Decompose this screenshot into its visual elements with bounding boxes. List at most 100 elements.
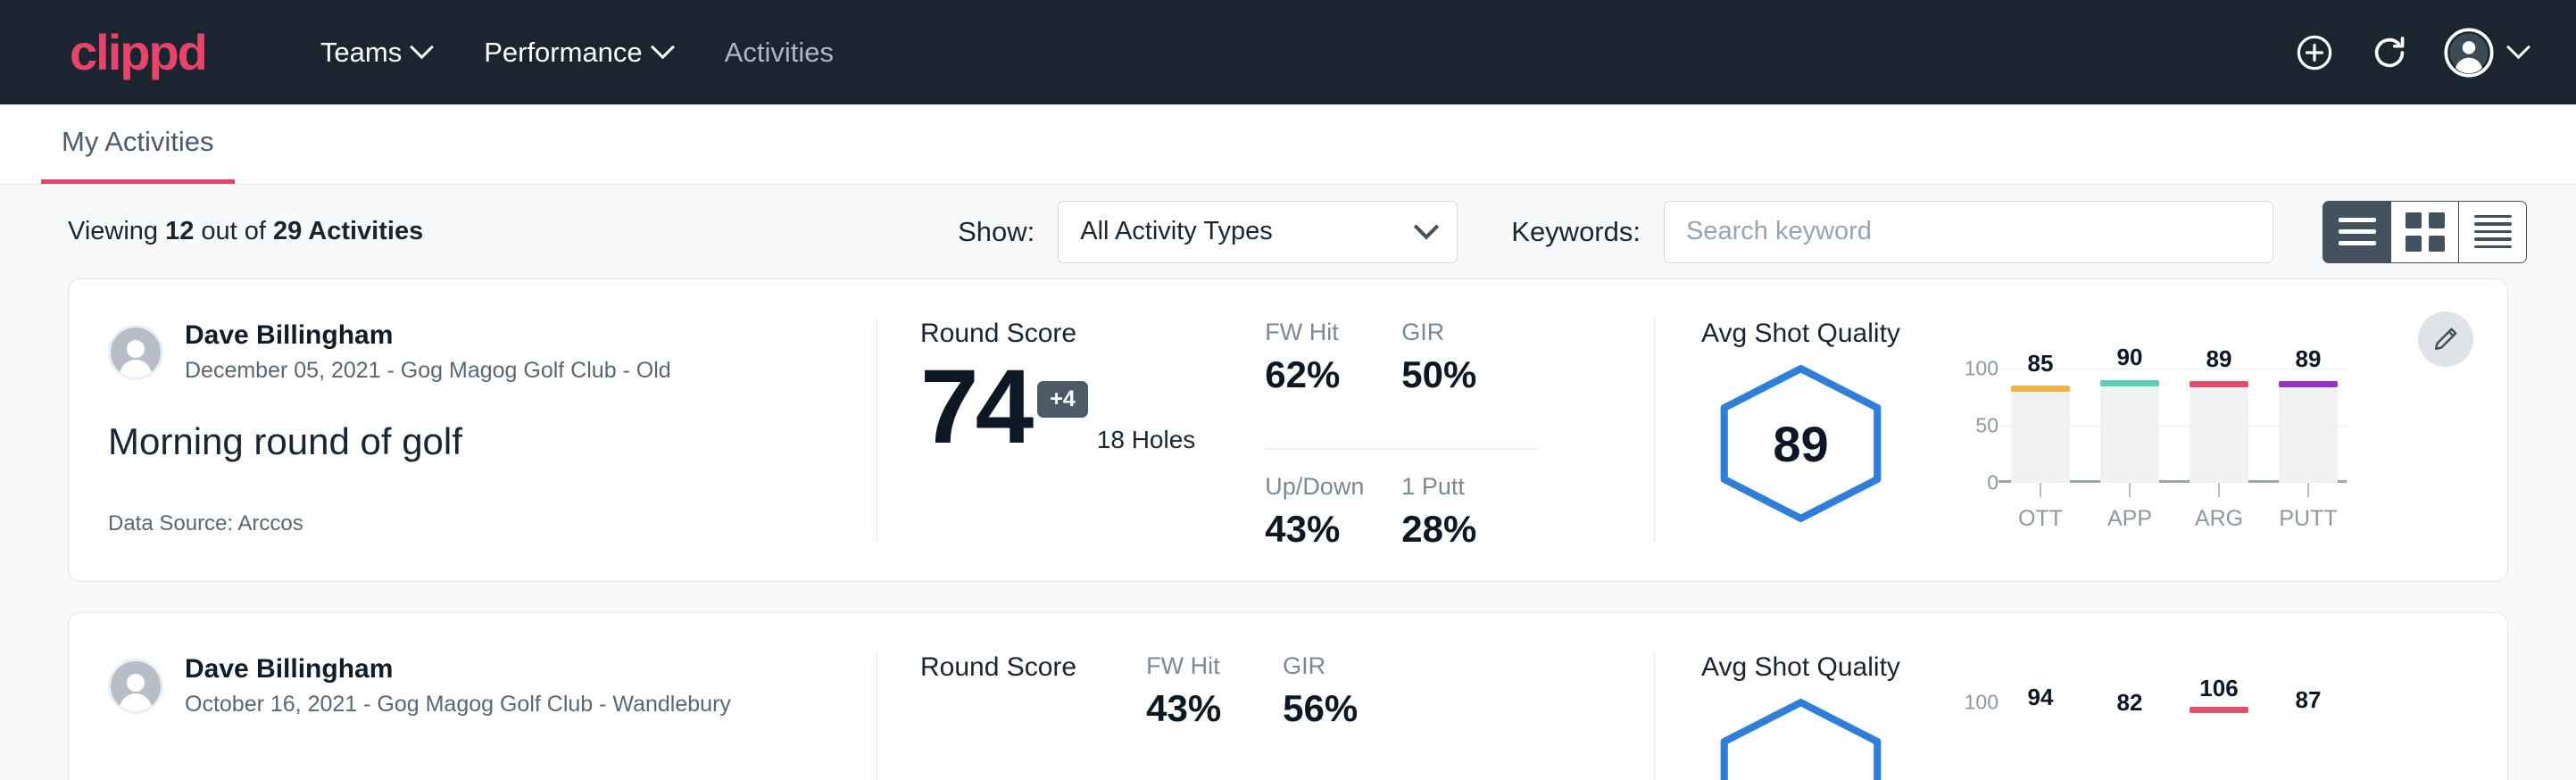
round-stats-grid: FW Hit 62% GIR 50% Up/Down 43% 1 Putt 28… — [1265, 319, 1538, 581]
stat-label: FW Hit — [1265, 319, 1376, 346]
compact-view-icon — [2474, 215, 2512, 249]
bar-value-label: 82 — [2117, 689, 2143, 717]
x-tick-ott: OTT — [2011, 483, 2070, 532]
round-score-column: Round Score FW Hit 43% GIR 56% — [877, 613, 1654, 780]
list-view-button[interactable] — [2323, 201, 2391, 263]
shot-quality-hexagon — [1714, 697, 1888, 780]
x-tick-putt: PUTT — [2279, 483, 2338, 532]
search-input[interactable] — [1686, 217, 2251, 246]
edit-activity-button[interactable] — [2418, 311, 2473, 367]
bar-value-label: 89 — [2296, 345, 2322, 373]
bar-value-label: 89 — [2206, 345, 2232, 373]
add-activity-button[interactable] — [2294, 32, 2335, 73]
round-score-value: 74 — [920, 354, 1030, 460]
bar-value-label: 87 — [2296, 686, 2322, 714]
stat-value: 43% — [1146, 687, 1258, 730]
x-tick-label: APP — [2107, 506, 2152, 532]
view-mode-toggle — [2323, 201, 2527, 263]
show-label: Show: — [958, 216, 1035, 248]
y-tick-100: 100 — [1965, 691, 1998, 715]
chart-bar-arg: 89 — [2190, 381, 2248, 483]
pencil-icon — [2431, 325, 2460, 353]
avatar — [108, 659, 163, 714]
navbar-actions — [2294, 28, 2527, 78]
stat-value: 28% — [1401, 508, 1513, 551]
stat-one-putt: 1 Putt 28% — [1401, 450, 1538, 581]
refresh-button[interactable] — [2369, 32, 2410, 73]
list-view-icon — [2339, 218, 2376, 245]
chart-plot-area: 85 90 89 — [1998, 369, 2338, 483]
search-box[interactable] — [1664, 201, 2273, 263]
round-score-label: Round Score — [920, 319, 1195, 349]
top-navbar: clippd Teams Performance Activities — [0, 0, 2576, 104]
activity-type-select[interactable]: All Activity Types — [1058, 201, 1458, 263]
activity-title: Morning round of golf — [108, 420, 832, 463]
data-source-label: Data Source: Arccos — [108, 511, 303, 536]
x-tick-app: APP — [2100, 483, 2159, 532]
person-name: Dave Billingham — [185, 652, 731, 686]
shot-quality-column: Avg Shot Quality 89 100 50 0 — [1655, 279, 2507, 581]
activity-info-column: Dave Billingham December 05, 2021 - Gog … — [69, 279, 877, 581]
user-menu[interactable] — [2444, 28, 2527, 78]
round-score-column: Round Score 74 +4 18 Holes FW Hit 62% GI… — [877, 279, 1654, 581]
activity-card[interactable]: Dave Billingham December 05, 2021 - Gog … — [68, 278, 2508, 582]
person-name: Dave Billingham — [185, 319, 671, 353]
round-stats-grid: FW Hit 43% GIR 56% — [1146, 652, 1419, 780]
hexagon-icon — [1714, 697, 1888, 780]
chart-y-axis: 100 50 0 — [1943, 369, 1998, 483]
chevron-down-icon — [1414, 214, 1439, 239]
bar-value-label: 106 — [2199, 675, 2238, 702]
chart-bar-ott: 85 — [2011, 386, 2070, 483]
tab-my-activities[interactable]: My Activities — [41, 104, 235, 184]
x-tick-arg: ARG — [2190, 483, 2248, 532]
stat-value: 56% — [1283, 687, 1394, 730]
stat-label: GIR — [1283, 652, 1394, 680]
shot-quality-chart: 100 50 0 85 — [1943, 369, 2338, 532]
chart-bar-putt: 89 — [2279, 381, 2338, 483]
nav-item-teams-label: Teams — [320, 37, 402, 69]
stat-label: GIR — [1401, 319, 1513, 346]
viewing-count: 12 — [165, 217, 194, 245]
score-delta-badge: +4 — [1037, 381, 1088, 418]
activity-person: Dave Billingham October 16, 2021 - Gog M… — [108, 652, 832, 720]
chart-bar-app: 90 — [2100, 380, 2159, 483]
chevron-down-icon — [2506, 35, 2530, 59]
chevron-down-icon — [410, 35, 434, 59]
x-tick-label: OTT — [2018, 506, 2063, 532]
viewing-prefix: Viewing — [68, 217, 165, 245]
chart-plot-area: 94 82 106 87 — [1998, 702, 2338, 780]
y-tick-0: 0 — [1987, 471, 1998, 495]
viewing-total: 29 Activities — [273, 217, 423, 245]
stat-label: 1 Putt — [1401, 473, 1513, 501]
tab-bar: My Activities — [0, 104, 2576, 185]
nav-item-performance[interactable]: Performance — [457, 28, 697, 78]
activity-card[interactable]: Dave Billingham October 16, 2021 - Gog M… — [68, 612, 2508, 780]
compact-view-button[interactable] — [2458, 201, 2527, 263]
stat-gir: GIR 56% — [1283, 652, 1419, 780]
activity-card-list: Dave Billingham December 05, 2021 - Gog … — [0, 278, 2576, 780]
shot-quality-chart: 100 94 82 106 — [1943, 702, 2338, 780]
stat-fw-hit: FW Hit 62% — [1265, 319, 1401, 450]
bar-value-label: 90 — [2117, 344, 2143, 371]
nav-item-activities[interactable]: Activities — [698, 28, 860, 78]
round-score-label: Round Score — [920, 652, 1076, 683]
avg-shot-quality-body: 89 100 50 0 — [1701, 358, 2507, 532]
bar-value-label: 85 — [2028, 350, 2054, 378]
shot-quality-column: Avg Shot Quality 100 94 — [1655, 613, 2507, 780]
avg-shot-quality-label: Avg Shot Quality — [1701, 652, 2507, 683]
stat-value: 43% — [1265, 508, 1376, 551]
round-score-value-group: 74 +4 18 Holes — [920, 354, 1195, 460]
nav-item-teams[interactable]: Teams — [294, 28, 457, 78]
activity-meta: October 16, 2021 - Gog Magog Golf Club -… — [185, 689, 731, 720]
y-tick-100: 100 — [1965, 357, 1998, 381]
x-tick-label: PUTT — [2279, 506, 2337, 532]
avg-shot-quality-body: 100 94 82 106 — [1701, 692, 2507, 780]
clippd-logo[interactable]: clippd — [70, 28, 206, 78]
holes-label: 18 Holes — [1097, 426, 1196, 454]
primary-nav: Teams Performance Activities — [294, 28, 860, 78]
filter-bar: Viewing 12 out of 29 Activities Show: Al… — [0, 185, 2576, 278]
grid-view-button[interactable] — [2390, 201, 2459, 263]
viewing-mid: out of — [194, 217, 273, 245]
account-avatar-icon — [2444, 28, 2494, 78]
stat-fw-hit: FW Hit 43% — [1146, 652, 1283, 780]
